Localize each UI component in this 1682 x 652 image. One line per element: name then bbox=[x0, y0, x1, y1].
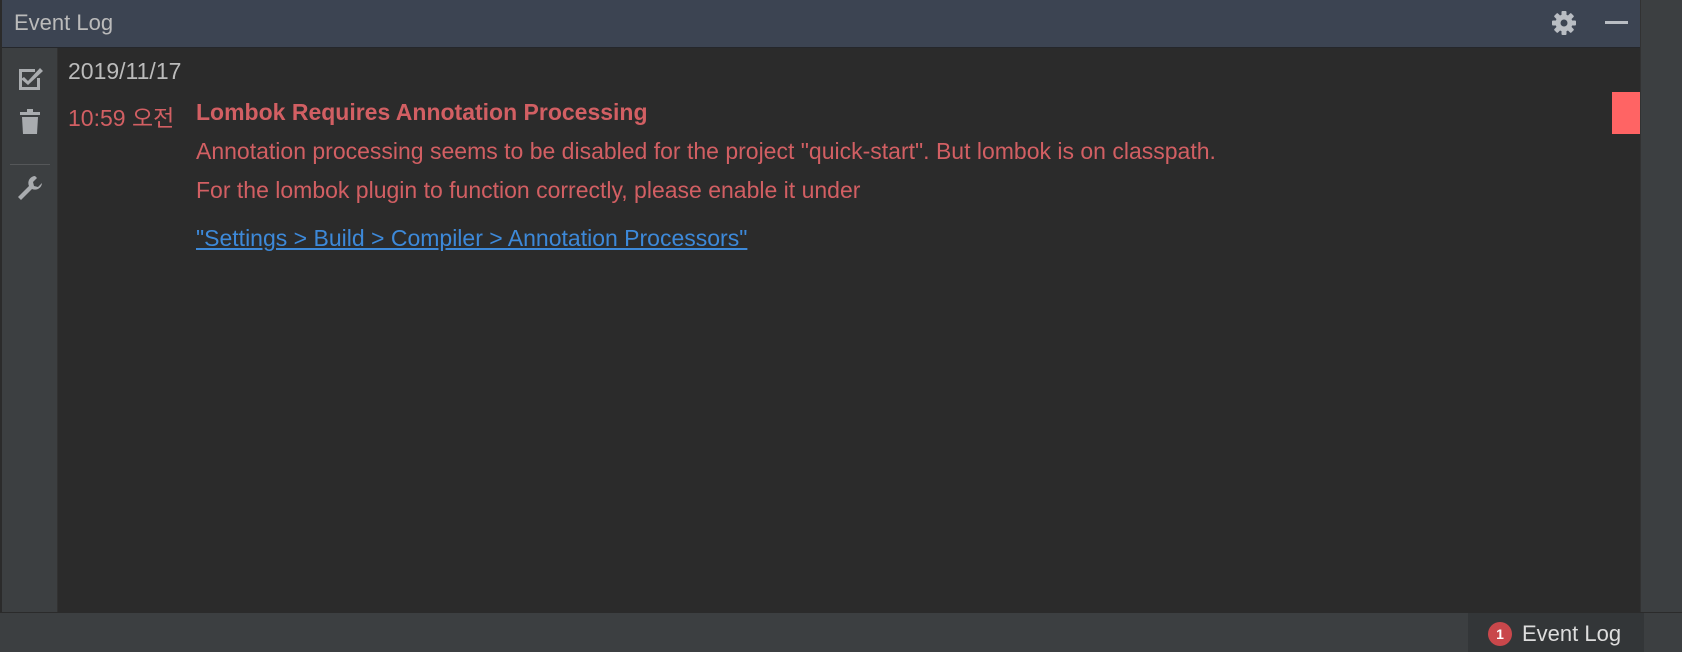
trash-icon bbox=[16, 107, 44, 142]
mark-all-read-icon bbox=[15, 63, 45, 98]
minimize-icon[interactable] bbox=[1602, 9, 1630, 37]
wrench-icon bbox=[15, 173, 45, 208]
entry-message-line: For the lombok plugin to function correc… bbox=[196, 177, 861, 203]
entry-time: 10:59 오전 bbox=[68, 105, 175, 131]
status-label: Event Log bbox=[1522, 621, 1622, 646]
status-bar: 1 Event Log bbox=[0, 612, 1682, 652]
event-log-window: Event Log 2019/11/17 10:59 오전 Lombok Req… bbox=[0, 0, 1682, 652]
clear-all-button[interactable] bbox=[12, 106, 48, 142]
error-stripe-marker[interactable] bbox=[1612, 92, 1640, 134]
entry-message-line: Annotation processing seems to be disabl… bbox=[196, 138, 1216, 164]
annotation-processors-link[interactable]: "Settings > Build > Compiler > Annotatio… bbox=[196, 225, 747, 252]
settings-button[interactable] bbox=[12, 172, 48, 208]
log-date: 2019/11/17 bbox=[68, 58, 182, 84]
entry-title: Lombok Requires Annotation Processing bbox=[196, 99, 648, 125]
mark-all-read-button[interactable] bbox=[12, 62, 48, 98]
tool-gutter bbox=[2, 48, 58, 612]
gutter-divider bbox=[10, 164, 50, 165]
window-title: Event Log bbox=[14, 10, 114, 35]
gear-icon[interactable] bbox=[1550, 9, 1578, 37]
right-tool-strip bbox=[1640, 0, 1682, 612]
notification-badge: 1 bbox=[1488, 622, 1512, 646]
log-content: 2019/11/17 10:59 오전 Lombok Requires Anno… bbox=[58, 48, 1640, 612]
tool-window-header: Event Log bbox=[2, 0, 1640, 48]
event-log-status-button[interactable]: 1 Event Log bbox=[1468, 613, 1644, 652]
